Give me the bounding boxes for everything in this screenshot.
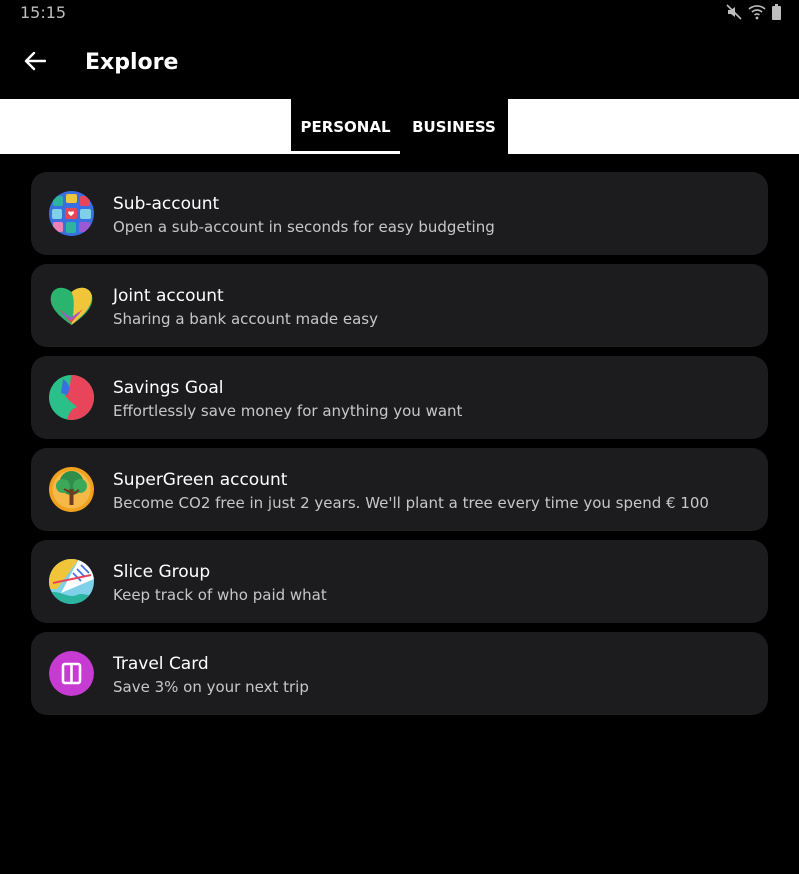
status-bar: 15:15 xyxy=(0,0,799,26)
arrow-left-icon xyxy=(24,51,47,75)
wifi-icon xyxy=(748,4,766,20)
item-title: Savings Goal xyxy=(113,378,224,398)
item-subtitle: Become CO2 free in just 2 years. We'll p… xyxy=(113,494,709,512)
travel-card-icon xyxy=(49,651,94,696)
item-subtitle: Open a sub-account in seconds for easy b… xyxy=(113,218,495,236)
tab-bar: PERSONAL BUSINESS xyxy=(0,99,799,154)
item-subtitle: Save 3% on your next trip xyxy=(113,678,309,696)
slice-group-icon xyxy=(49,559,94,604)
tree-icon xyxy=(49,467,94,512)
list-item-joint-account[interactable]: Joint account Sharing a bank account mad… xyxy=(31,264,768,347)
sub-account-icon xyxy=(49,191,94,236)
item-subtitle: Effortlessly save money for anything you… xyxy=(113,402,463,420)
item-subtitle: Sharing a bank account made easy xyxy=(113,310,378,328)
list-item-slice-group[interactable]: Slice Group Keep track of who paid what xyxy=(31,540,768,623)
tabs: PERSONAL BUSINESS xyxy=(291,99,508,154)
tab-personal[interactable]: PERSONAL xyxy=(291,99,400,154)
list-item-supergreen[interactable]: SuperGreen account Become CO2 free in ju… xyxy=(31,448,768,531)
status-time: 15:15 xyxy=(20,3,67,22)
app-bar: Explore xyxy=(0,26,799,99)
status-icons xyxy=(726,4,781,20)
savings-goal-icon xyxy=(49,375,94,420)
battery-icon xyxy=(772,4,781,20)
joint-account-icon xyxy=(49,283,94,328)
explore-list: Sub-account Open a sub-account in second… xyxy=(31,172,768,724)
item-title: Slice Group xyxy=(113,562,211,582)
back-button[interactable] xyxy=(20,48,50,78)
list-item-sub-account[interactable]: Sub-account Open a sub-account in second… xyxy=(31,172,768,255)
mute-icon xyxy=(726,4,742,20)
page-title: Explore xyxy=(85,50,179,75)
item-title: SuperGreen account xyxy=(113,470,288,490)
tab-business[interactable]: BUSINESS xyxy=(400,99,508,154)
list-item-savings-goal[interactable]: Savings Goal Effortlessly save money for… xyxy=(31,356,768,439)
item-title: Travel Card xyxy=(113,654,209,674)
item-title: Sub-account xyxy=(113,194,220,214)
list-item-travel-card[interactable]: Travel Card Save 3% on your next trip xyxy=(31,632,768,715)
item-subtitle: Keep track of who paid what xyxy=(113,586,327,604)
item-title: Joint account xyxy=(113,286,224,306)
